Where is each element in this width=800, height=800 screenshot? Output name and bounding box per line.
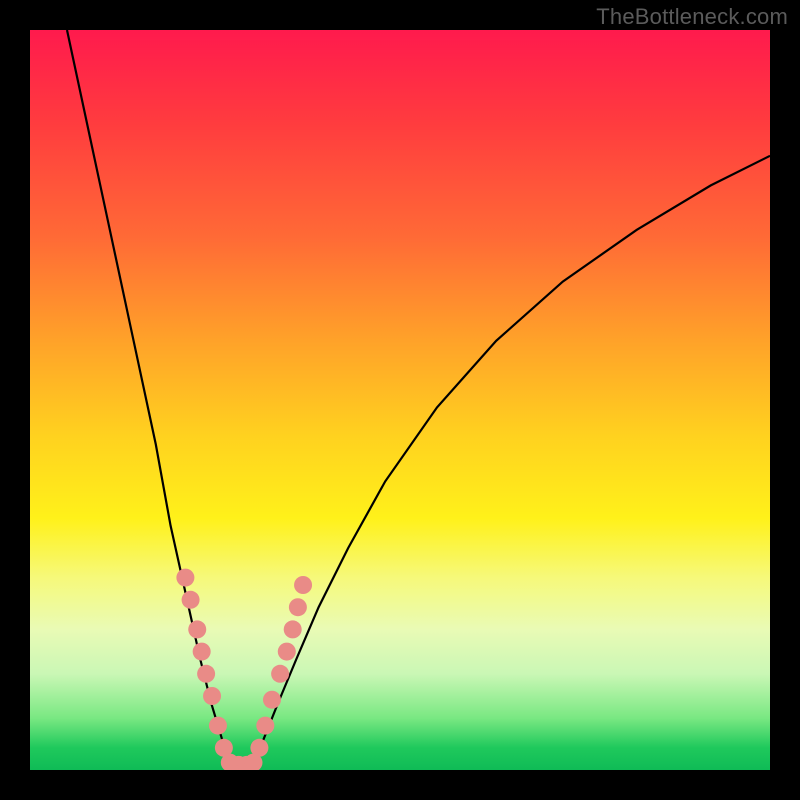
data-point: [263, 691, 281, 709]
scatter-left-dots: [176, 569, 232, 757]
data-point: [203, 687, 221, 705]
data-point: [289, 598, 307, 616]
scatter-bottom-dots: [221, 754, 263, 770]
data-point: [256, 717, 274, 735]
data-point: [182, 591, 200, 609]
data-point: [271, 665, 289, 683]
chart-frame: TheBottleneck.com: [0, 0, 800, 800]
data-point: [197, 665, 215, 683]
data-point: [209, 717, 227, 735]
curve-right-branch: [252, 156, 770, 763]
data-point: [188, 620, 206, 638]
chart-svg: [30, 30, 770, 770]
watermark-text: TheBottleneck.com: [596, 4, 788, 30]
data-point: [294, 576, 312, 594]
data-point: [284, 620, 302, 638]
scatter-right-dots: [250, 576, 312, 757]
data-point: [278, 643, 296, 661]
chart-plot-area: [30, 30, 770, 770]
data-point: [193, 643, 211, 661]
data-point: [176, 569, 194, 587]
